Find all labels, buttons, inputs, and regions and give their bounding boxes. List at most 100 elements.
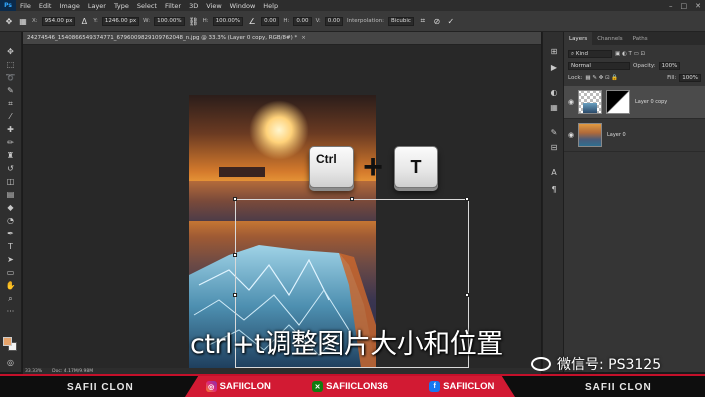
close-window-button[interactable]: ✕ [695, 2, 701, 10]
menu-3d[interactable]: 3D [185, 2, 202, 10]
plus-sign: + [363, 148, 383, 186]
quick-select-tool-icon[interactable]: ✎ [4, 85, 17, 96]
visibility-eye-icon[interactable]: ◉ [564, 98, 578, 106]
lasso-tool-icon[interactable]: ➰ [4, 72, 17, 83]
angle-field[interactable]: 0.00 [261, 16, 280, 26]
foreground-color-swatch[interactable] [3, 337, 12, 346]
kind-filter-select[interactable]: ⌕ Kind [568, 50, 612, 58]
brush-panel-icon[interactable]: ✎ [549, 127, 559, 137]
menu-select[interactable]: Select [133, 2, 161, 10]
photoshop-logo: Ps [0, 0, 16, 11]
dodge-tool-icon[interactable]: ◔ [4, 215, 17, 226]
paragraph-panel-icon[interactable]: ¶ [549, 184, 559, 194]
character-panel-icon[interactable]: A [549, 167, 559, 177]
window-controls: – □ ✕ [669, 0, 701, 11]
cancel-transform-icon[interactable]: ⊘ [432, 16, 442, 26]
adjustments-panel-icon[interactable]: ⊟ [549, 142, 559, 152]
delta-icon[interactable]: Δ [79, 16, 89, 26]
menu-edit[interactable]: Edit [35, 2, 56, 10]
zoom-level[interactable]: 33.33% [25, 369, 42, 374]
stamp-tool-icon[interactable]: ♜ [4, 150, 17, 161]
canvas-area[interactable]: Ctrl + T [23, 45, 541, 368]
swatches-panel-icon[interactable]: ▦ [549, 102, 559, 112]
transform-handle-top-right[interactable] [465, 197, 469, 201]
quick-mask-icon[interactable]: ◎ [4, 357, 17, 368]
type-tool-icon[interactable]: T [4, 241, 17, 252]
brush-tool-icon[interactable]: ✏ [4, 137, 17, 148]
instagram-text: SAFIICLON [219, 381, 271, 392]
fill-label: Fill: [667, 75, 677, 81]
eyedropper-tool-icon[interactable]: ⁄ [4, 111, 17, 122]
transform-handle-top[interactable] [350, 197, 354, 201]
layer-mask-thumbnail[interactable] [606, 90, 630, 114]
path-select-tool-icon[interactable]: ➤ [4, 254, 17, 265]
menu-file[interactable]: File [16, 2, 35, 10]
tab-channels[interactable]: Channels [592, 32, 627, 45]
wechat-watermark: 微信号: PS3125 [531, 354, 661, 374]
fill-field[interactable]: 100% [679, 74, 701, 82]
w-field[interactable]: 100.00% [154, 16, 185, 26]
layer-row-layer-0[interactable]: ◉ Layer 0 [564, 119, 705, 152]
history-brush-tool-icon[interactable]: ↺ [4, 163, 17, 174]
reference-point-icon[interactable]: ▦ [18, 16, 28, 26]
layer-row-layer-0-copy[interactable]: ◉ Layer 0 copy [564, 86, 705, 119]
layer-thumbnail [578, 90, 602, 114]
filter-icons[interactable]: ▣ ◐ T ▭ ⊡ [615, 51, 645, 57]
transform-handle-right[interactable] [465, 293, 469, 297]
t-keycap: T [394, 146, 438, 188]
menu-layer[interactable]: Layer [84, 2, 110, 10]
interpolation-select[interactable]: Bicubic [388, 16, 414, 26]
opacity-label: Opacity: [633, 63, 656, 69]
zoom-tool-icon[interactable]: ⌕ [4, 293, 17, 304]
y-field[interactable]: 1246.00 px [101, 16, 140, 26]
actions-panel-icon[interactable]: ▶ [549, 62, 559, 72]
shape-tool-icon[interactable]: ▭ [4, 267, 17, 278]
document-tab[interactable]: 24274546_1540866549374771_67960098291097… [23, 32, 541, 45]
tab-paths[interactable]: Paths [628, 32, 653, 45]
warp-icon[interactable]: ⌗ [418, 16, 428, 26]
options-bar: ✥ ▦ X: 954.00 px Δ Y: 1246.00 px W: 100.… [0, 11, 705, 32]
pen-tool-icon[interactable]: ✒ [4, 228, 17, 239]
crop-tool-icon[interactable]: ⌗ [4, 98, 17, 109]
eraser-tool-icon[interactable]: ◫ [4, 176, 17, 187]
close-tab-icon[interactable]: × [301, 35, 306, 41]
transform-handle-left[interactable] [233, 253, 237, 257]
x-label: X: [32, 18, 38, 24]
move-tool-icon[interactable]: ✥ [4, 46, 17, 57]
hskew-label: H: [283, 18, 290, 24]
h-field[interactable]: 100.00% [212, 16, 244, 26]
minimize-button[interactable]: – [669, 2, 673, 10]
menu-type[interactable]: Type [110, 2, 133, 10]
tab-layers[interactable]: Layers [564, 32, 593, 45]
panel-tabs: Layers Channels Paths [564, 32, 705, 45]
more-tools-icon[interactable]: ··· [4, 306, 17, 317]
opacity-field[interactable]: 100% [658, 62, 681, 70]
blend-mode-select[interactable]: Normal [568, 62, 630, 70]
instagram-handle: ◎ SAFIICLON [205, 381, 271, 392]
transform-handle-top-left[interactable] [233, 197, 237, 201]
commit-transform-icon[interactable]: ✓ [446, 16, 456, 26]
menu-window[interactable]: Window [226, 2, 260, 10]
healing-tool-icon[interactable]: ✚ [4, 124, 17, 135]
color-panel-icon[interactable]: ◐ [549, 87, 559, 97]
maximize-button[interactable]: □ [681, 2, 688, 10]
transform-handle-left-lower[interactable] [233, 293, 237, 297]
marquee-tool-icon[interactable]: ⬚ [4, 59, 17, 70]
menu-image[interactable]: Image [55, 2, 83, 10]
panel-icon-strip: ⊞ ▶ ◐ ▦ ✎ ⊟ A ¶ [542, 32, 564, 372]
blur-tool-icon[interactable]: ◆ [4, 202, 17, 213]
vskew-field[interactable]: 0.00 [324, 16, 343, 26]
menu-bar: Ps File Edit Image Layer Type Select Fil… [0, 0, 705, 11]
menu-filter[interactable]: Filter [161, 2, 185, 10]
hand-tool-icon[interactable]: ✋ [4, 280, 17, 291]
link-icon[interactable]: ⛓ [189, 16, 199, 26]
menu-view[interactable]: View [202, 2, 225, 10]
visibility-eye-icon[interactable]: ◉ [564, 131, 578, 139]
menu-help[interactable]: Help [259, 2, 282, 10]
gradient-tool-icon[interactable]: ▤ [4, 189, 17, 200]
lock-icons[interactable]: ▦ ✎ ✥ ⊡ 🔒 [585, 75, 618, 81]
history-panel-icon[interactable]: ⊞ [549, 46, 559, 56]
hskew-field[interactable]: 0.00 [293, 16, 312, 26]
video-subtitle: ctrl+t调整图片大小和位置 [190, 329, 503, 360]
x-field[interactable]: 954.00 px [41, 16, 76, 26]
